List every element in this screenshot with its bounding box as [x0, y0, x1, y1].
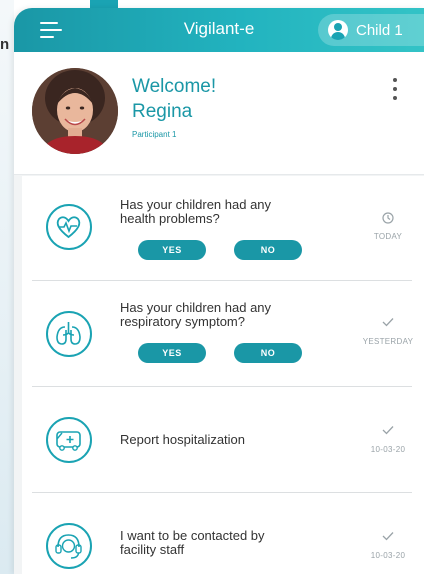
list-item-contact-facility-staff[interactable]: I want to be contacted by facility staff…: [22, 493, 424, 574]
question-text: Has your children had any health problem…: [120, 197, 272, 226]
user-role: Participant 1: [132, 130, 177, 139]
hamburger-menu-icon[interactable]: [40, 22, 62, 38]
top-app-bar: Vigilant-e Child 1: [14, 8, 424, 52]
check-icon: [358, 531, 418, 544]
check-icon: [358, 425, 418, 438]
user-circle-icon: [328, 20, 348, 40]
question-text: Has your children had any respiratory sy…: [120, 300, 272, 329]
clock-icon: [358, 212, 418, 227]
more-vertical-icon[interactable]: [388, 76, 402, 104]
questionnaire-list: Has your children had any health problem…: [22, 176, 424, 574]
status-date: 10-03-20: [370, 445, 406, 454]
avatar: [32, 68, 118, 154]
child-selector-label: Child 1: [356, 21, 403, 39]
status-date: TODAY: [373, 232, 403, 241]
yes-button[interactable]: YES: [138, 343, 206, 363]
no-button[interactable]: NO: [234, 240, 302, 260]
user-name: Regina: [132, 101, 193, 122]
profile-card: Welcome! Regina Participant 1: [14, 52, 424, 175]
status-date: YESTERDAY: [362, 337, 414, 346]
welcome-text: Welcome!: [132, 76, 217, 97]
backdrop-text: n: [0, 36, 10, 53]
status-date: 10-03-20: [370, 551, 406, 560]
report-hospitalization-text: Report hospitalization: [120, 432, 246, 447]
heart-pulse-icon: [46, 204, 92, 250]
child-selector-button[interactable]: Child 1: [318, 14, 424, 46]
contact-request-text: I want to be contacted by facility staff: [120, 528, 265, 557]
backdrop-panel: [0, 0, 14, 574]
list-item-health-problems[interactable]: Has your children had any health problem…: [22, 176, 424, 280]
app-screen: Vigilant-e Child 1 Welcome! Regina Parti…: [14, 8, 424, 574]
ambulance-icon: [46, 417, 92, 463]
list-item-report-hospitalization[interactable]: Report hospitalization 10-03-20: [22, 387, 424, 491]
app-title: Vigilant-e: [183, 19, 255, 38]
check-icon: [358, 317, 418, 330]
list-item-respiratory-symptom[interactable]: Has your children had any respiratory sy…: [22, 281, 424, 385]
no-button[interactable]: NO: [234, 343, 302, 363]
yes-button[interactable]: YES: [138, 240, 206, 260]
lungs-icon: [46, 311, 92, 357]
headset-icon: [46, 523, 92, 569]
